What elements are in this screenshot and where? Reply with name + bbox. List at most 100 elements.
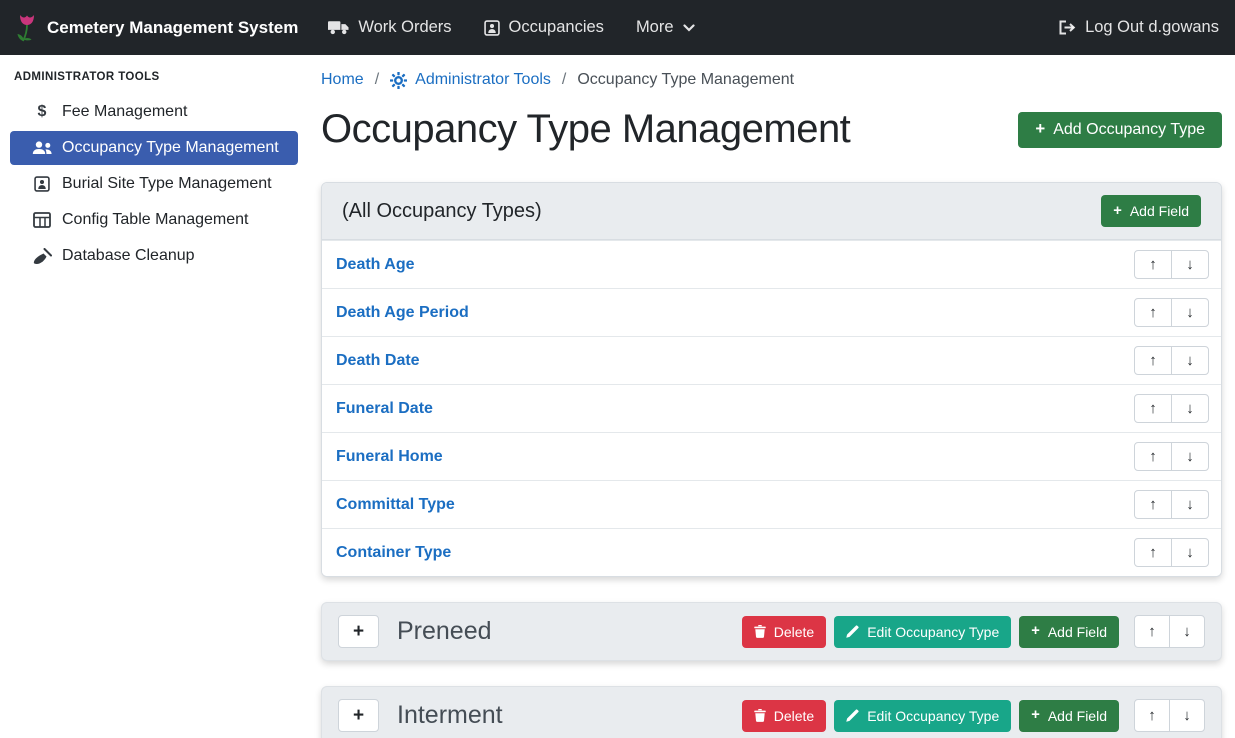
reorder-buttons: ↑ ↓ [1134,699,1205,732]
move-up-button[interactable]: ↑ [1134,538,1172,567]
field-row: Death Age ↑ ↓ [322,240,1221,288]
expand-button[interactable]: + [338,699,379,732]
reorder-buttons: ↑ ↓ [1134,490,1209,519]
occupancy-icon [484,20,500,36]
move-up-button[interactable]: ↑ [1134,490,1172,519]
move-down-button[interactable]: ↓ [1171,538,1209,567]
breadcrumb-separator: / [562,71,566,89]
reorder-buttons: ↑ ↓ [1134,442,1209,471]
plus-icon: + [1035,121,1045,138]
sidebar-item-label: Burial Site Type Management [62,175,272,193]
edit-occupancy-type-label: Edit Occupancy Type [867,708,999,724]
move-up-button[interactable]: ↑ [1134,250,1172,279]
move-down-button[interactable]: ↓ [1171,442,1209,471]
pencil-icon [846,709,859,722]
brand[interactable]: Cemetery Management System [16,13,298,43]
edit-occupancy-type-button[interactable]: Edit Occupancy Type [834,616,1011,648]
reorder-buttons: ↑ ↓ [1134,346,1209,375]
move-up-button[interactable]: ↑ [1134,615,1170,648]
delete-label: Delete [774,708,814,724]
expand-button[interactable]: + [338,615,379,648]
nav-occupancies[interactable]: Occupancies [484,18,604,37]
field-link[interactable]: Committal Type [336,496,455,514]
sidebar: ADMINISTRATOR TOOLS $ Fee Management Occ… [0,55,308,738]
trash-icon [754,709,766,722]
breadcrumb-admin-tools[interactable]: Administrator Tools [390,71,551,89]
move-down-button[interactable]: ↓ [1171,490,1209,519]
delete-button[interactable]: Delete [742,616,826,648]
add-occupancy-type-label: Add Occupancy Type [1053,121,1205,139]
section-title: Preneed [397,617,492,646]
all-occupancy-types-title: (All Occupancy Types) [342,200,542,223]
breadcrumb-admin-tools-label: Administrator Tools [415,71,551,89]
nav-work-orders-label: Work Orders [358,18,451,37]
add-field-label: Add Field [1048,624,1107,640]
chevron-down-icon [683,24,695,32]
move-down-button[interactable]: ↓ [1169,699,1205,732]
plus-icon: + [1031,708,1040,723]
add-field-button[interactable]: + Add Field [1019,700,1119,732]
field-link[interactable]: Death Age Period [336,304,469,322]
pencil-icon [846,625,859,638]
truck-icon [328,20,349,35]
sidebar-heading: ADMINISTRATOR TOOLS [0,61,308,95]
field-row: Container Type ↑ ↓ [322,528,1221,576]
breadcrumb-home[interactable]: Home [321,71,364,89]
field-link[interactable]: Funeral Date [336,400,433,418]
sidebar-item-burial-site-type-management[interactable]: Burial Site Type Management [10,167,298,201]
nav-more[interactable]: More [636,18,695,37]
field-link[interactable]: Funeral Home [336,448,443,466]
move-down-button[interactable]: ↓ [1171,250,1209,279]
logout-icon [1058,20,1076,35]
occupancy-type-section-interment: + Interment Delete [321,686,1222,738]
nav-more-label: More [636,18,674,37]
main-content: Home / [308,55,1235,738]
sidebar-item-label: Config Table Management [62,211,249,229]
move-up-button[interactable]: ↑ [1134,346,1172,375]
gear-icon [390,72,407,89]
edit-occupancy-type-button[interactable]: Edit Occupancy Type [834,700,1011,732]
field-row: Funeral Date ↑ ↓ [322,384,1221,432]
field-link[interactable]: Death Date [336,352,420,370]
field-row: Death Date ↑ ↓ [322,336,1221,384]
page-title: Occupancy Type Management [321,107,850,152]
nav-work-orders[interactable]: Work Orders [328,18,451,37]
breadcrumb-current: Occupancy Type Management [577,71,794,89]
burial-site-icon [30,176,54,192]
users-icon [30,141,54,155]
delete-button[interactable]: Delete [742,700,826,732]
sidebar-item-database-cleanup[interactable]: Database Cleanup [10,239,298,273]
move-down-button[interactable]: ↓ [1171,346,1209,375]
add-field-button[interactable]: + Add Field [1101,195,1201,227]
field-row: Committal Type ↑ ↓ [322,480,1221,528]
move-up-button[interactable]: ↑ [1134,394,1172,423]
move-down-button[interactable]: ↓ [1171,394,1209,423]
top-navbar: Cemetery Management System Work Orders [0,0,1235,55]
reorder-buttons: ↑ ↓ [1134,250,1209,279]
move-up-button[interactable]: ↑ [1134,442,1172,471]
trash-icon [754,625,766,638]
logout-link[interactable]: Log Out d.gowans [1058,18,1219,37]
section-actions: Delete Edit Occupancy Type + Add Field [742,615,1205,648]
move-down-button[interactable]: ↓ [1171,298,1209,327]
section-title: Interment [397,701,503,730]
edit-occupancy-type-label: Edit Occupancy Type [867,624,999,640]
section-actions: Delete Edit Occupancy Type + Add Field [742,699,1205,732]
field-link[interactable]: Death Age [336,256,415,274]
breadcrumb-separator: / [375,71,379,89]
move-up-button[interactable]: ↑ [1134,699,1170,732]
field-row: Funeral Home ↑ ↓ [322,432,1221,480]
field-link[interactable]: Container Type [336,544,451,562]
dollar-icon: $ [30,103,54,121]
add-occupancy-type-button[interactable]: + Add Occupancy Type [1018,112,1222,148]
move-up-button[interactable]: ↑ [1134,298,1172,327]
occupancy-type-section-preneed: + Preneed Delete [321,602,1222,661]
sidebar-item-config-table-management[interactable]: Config Table Management [10,203,298,237]
reorder-buttons: ↑ ↓ [1134,538,1209,567]
add-field-button[interactable]: + Add Field [1019,616,1119,648]
nav-occupancies-label: Occupancies [509,18,604,37]
move-down-button[interactable]: ↓ [1169,615,1205,648]
field-row: Death Age Period ↑ ↓ [322,288,1221,336]
sidebar-item-occupancy-type-management[interactable]: Occupancy Type Management [10,131,298,165]
sidebar-item-fee-management[interactable]: $ Fee Management [10,95,298,129]
